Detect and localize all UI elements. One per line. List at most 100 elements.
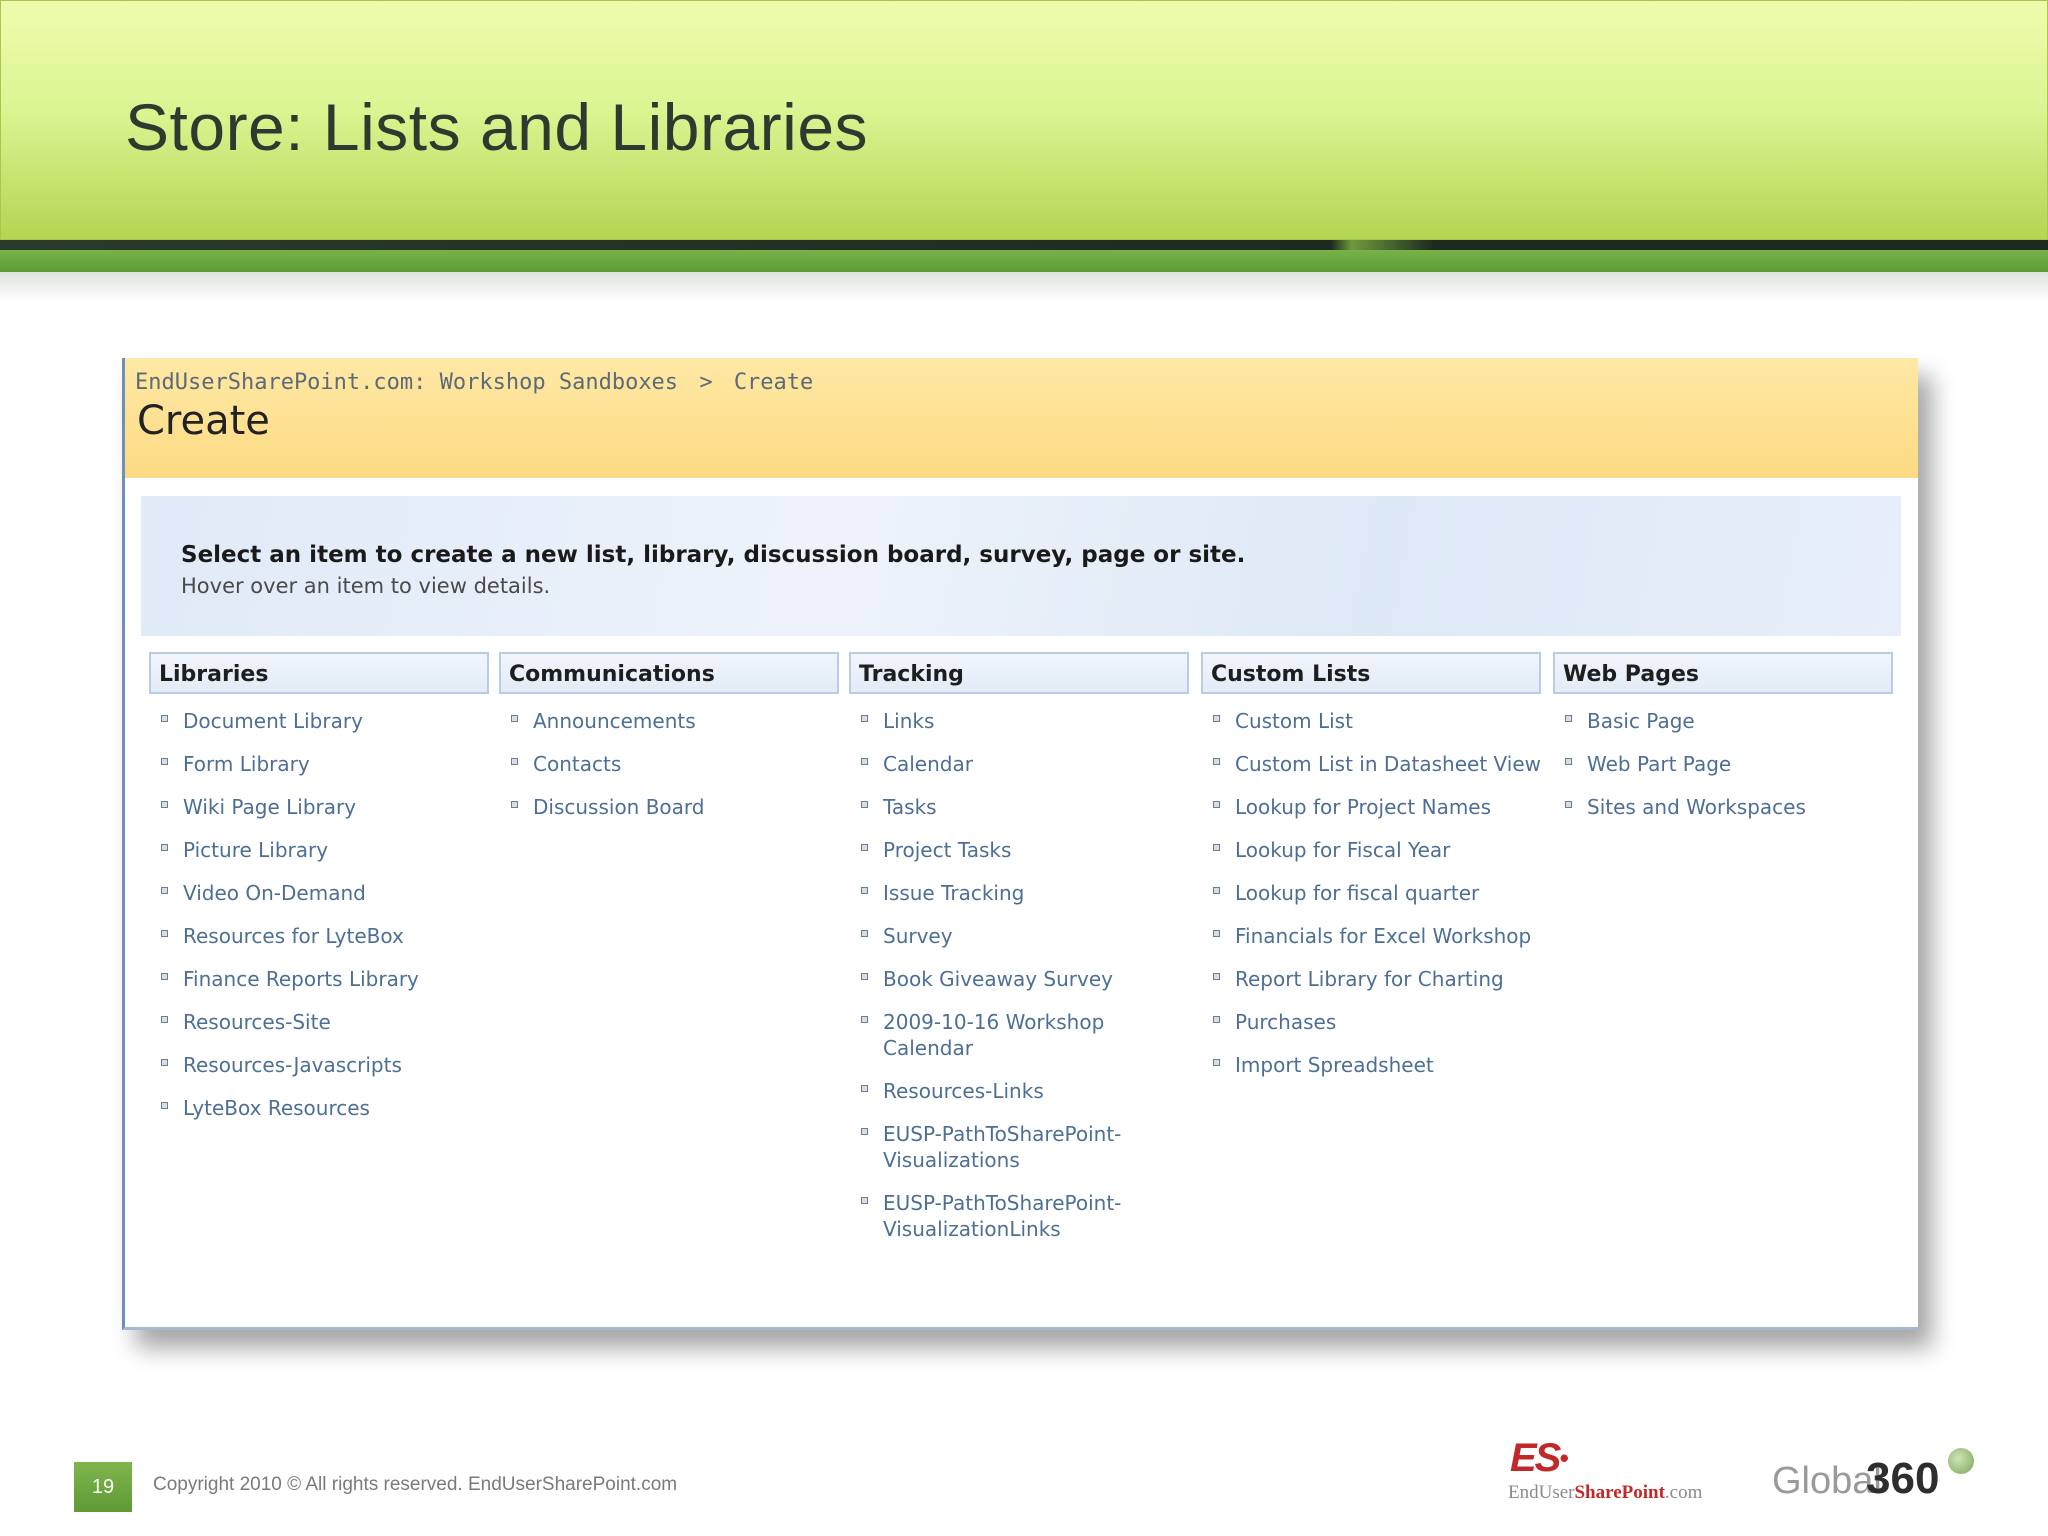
bullet-icon <box>1213 844 1220 851</box>
create-item-link[interactable]: Wiki Page Library <box>149 794 489 820</box>
bullet-icon <box>161 1016 168 1023</box>
bullet-icon <box>861 973 868 980</box>
slide-header: Store: Lists and Libraries <box>0 0 2048 240</box>
create-item-link[interactable]: 2009-10-16 Workshop Calendar <box>849 1009 1189 1061</box>
create-item-label: Purchases <box>1235 1010 1337 1034</box>
create-item-link[interactable]: Lookup for Fiscal Year <box>1201 837 1541 863</box>
create-item-link[interactable]: Purchases <box>1201 1009 1541 1035</box>
es-logo-mark: ES• <box>1510 1436 1569 1480</box>
create-item-label: Finance Reports Library <box>183 967 419 991</box>
bullet-icon <box>861 1016 868 1023</box>
create-item-link[interactable]: Tasks <box>849 794 1189 820</box>
bullet-icon <box>161 887 168 894</box>
create-item-link[interactable]: Document Library <box>149 708 489 734</box>
create-item-link[interactable]: Finance Reports Library <box>149 966 489 992</box>
create-item-label: Book Giveaway Survey <box>883 967 1113 991</box>
create-item-link[interactable]: Survey <box>849 923 1189 949</box>
create-item-label: Tasks <box>883 795 937 819</box>
create-item-link[interactable]: Sites and Workspaces <box>1553 794 1893 820</box>
create-item-label: Basic Page <box>1587 709 1695 733</box>
create-item-link[interactable]: Links <box>849 708 1189 734</box>
create-item-label: Custom List <box>1235 709 1353 733</box>
bullet-icon <box>161 973 168 980</box>
bullet-icon <box>161 844 168 851</box>
category-header: Libraries <box>149 652 489 694</box>
category-tracking: Tracking Links Calendar Tasks Project Tasks… <box>849 652 1189 1259</box>
create-item-label: LyteBox Resources <box>183 1096 370 1120</box>
create-item-link[interactable]: Project Tasks <box>849 837 1189 863</box>
bullet-icon <box>861 887 868 894</box>
sharepoint-create-screenshot: EndUserSharePoint.com: Workshop Sandboxe… <box>122 358 1918 1330</box>
page-number-badge: 19 <box>74 1462 132 1512</box>
create-item-label: Picture Library <box>183 838 329 862</box>
bullet-icon <box>861 715 868 722</box>
bullet-icon <box>1213 973 1220 980</box>
category-item-list: Custom List Custom List in Datasheet View… <box>1201 708 1541 1078</box>
copyright-text: Copyright 2010 © All rights reserved. En… <box>153 1474 678 1495</box>
create-item-link[interactable]: LyteBox Resources <box>149 1095 489 1121</box>
bullet-icon <box>1213 1016 1220 1023</box>
create-item-link[interactable]: Lookup for fiscal quarter <box>1201 880 1541 906</box>
create-item-link[interactable]: Web Part Page <box>1553 751 1893 777</box>
es-logo-text: EndUserSharePoint.com <box>1508 1482 1703 1503</box>
create-item-label: Resources-Site <box>183 1010 331 1034</box>
intro-box: Select an item to create a new list, lib… <box>141 496 1901 636</box>
create-item-label: Web Part Page <box>1587 752 1732 776</box>
create-item-link[interactable]: Form Library <box>149 751 489 777</box>
intro-hint: Hover over an item to view details. <box>181 574 551 598</box>
category-item-list: Document Library Form Library Wiki Page Li… <box>149 708 489 1121</box>
create-item-link[interactable]: Video On-Demand <box>149 880 489 906</box>
create-item-label: Document Library <box>183 709 363 733</box>
create-item-label: Contacts <box>533 752 622 776</box>
bullet-icon <box>861 844 868 851</box>
create-item-link[interactable]: Picture Library <box>149 837 489 863</box>
endusersharepoint-logo: ES• EndUserSharePoint.com <box>1508 1438 1728 1508</box>
create-item-link[interactable]: Resources for LyteBox <box>149 923 489 949</box>
header-divider <box>0 240 2048 250</box>
bullet-icon <box>511 801 518 808</box>
bullet-icon <box>1213 1059 1220 1066</box>
bullet-icon <box>1213 930 1220 937</box>
category-web-pages: Web Pages Basic Page Web Part Page Sites a… <box>1553 652 1893 837</box>
create-item-link[interactable]: EUSP-PathToSharePoint-VisualizationLinks <box>849 1190 1189 1242</box>
sharepoint-page-header: EndUserSharePoint.com: Workshop Sandboxe… <box>125 358 1918 478</box>
create-item-link[interactable]: Issue Tracking <box>849 880 1189 906</box>
create-item-link[interactable]: Basic Page <box>1553 708 1893 734</box>
bullet-icon <box>1213 887 1220 894</box>
create-item-label: Calendar <box>883 752 973 776</box>
create-item-link[interactable]: Financials for Excel Workshop <box>1201 923 1541 949</box>
create-item-link[interactable]: Custom List in Datasheet View <box>1201 751 1541 777</box>
create-item-link[interactable]: Book Giveaway Survey <box>849 966 1189 992</box>
create-item-link[interactable]: EUSP-PathToSharePoint-Visualizations <box>849 1121 1189 1173</box>
create-item-link[interactable]: Import Spreadsheet <box>1201 1052 1541 1078</box>
create-item-label: Sites and Workspaces <box>1587 795 1806 819</box>
create-item-label: Video On-Demand <box>183 881 366 905</box>
create-item-link[interactable]: Resources-Javascripts <box>149 1052 489 1078</box>
category-libraries: Libraries Document Library Form Library Wi… <box>149 652 489 1138</box>
bullet-icon <box>1213 758 1220 765</box>
create-item-label: EUSP-PathToSharePoint-VisualizationLinks <box>883 1191 1122 1241</box>
create-item-link[interactable]: Resources-Site <box>149 1009 489 1035</box>
breadcrumb-current: Create <box>733 370 814 395</box>
global360-logo: Global 360 <box>1772 1448 1974 1508</box>
category-item-list: Links Calendar Tasks Project Tasks Issue Tra… <box>849 708 1189 1242</box>
create-item-label: EUSP-PathToSharePoint-Visualizations <box>883 1122 1122 1172</box>
create-item-label: Project Tasks <box>883 838 1012 862</box>
create-item-link[interactable]: Calendar <box>849 751 1189 777</box>
intro-instruction: Select an item to create a new list, lib… <box>181 542 1246 568</box>
create-item-link[interactable]: Custom List <box>1201 708 1541 734</box>
bullet-icon <box>511 715 518 722</box>
create-item-link[interactable]: Lookup for Project Names <box>1201 794 1541 820</box>
category-header: Custom Lists <box>1201 652 1541 694</box>
create-item-label: 2009-10-16 Workshop Calendar <box>883 1010 1105 1060</box>
create-item-link[interactable]: Announcements <box>499 708 839 734</box>
create-item-link[interactable]: Discussion Board <box>499 794 839 820</box>
create-item-link[interactable]: Report Library for Charting <box>1201 966 1541 992</box>
bullet-icon <box>161 930 168 937</box>
create-item-link[interactable]: Contacts <box>499 751 839 777</box>
create-item-link[interactable]: Resources-Links <box>849 1078 1189 1104</box>
category-header: Tracking <box>849 652 1189 694</box>
bullet-icon <box>1565 715 1572 722</box>
breadcrumb-separator: > <box>699 370 713 395</box>
breadcrumb-site-link[interactable]: EndUserSharePoint.com: Workshop Sandboxe… <box>135 370 678 395</box>
